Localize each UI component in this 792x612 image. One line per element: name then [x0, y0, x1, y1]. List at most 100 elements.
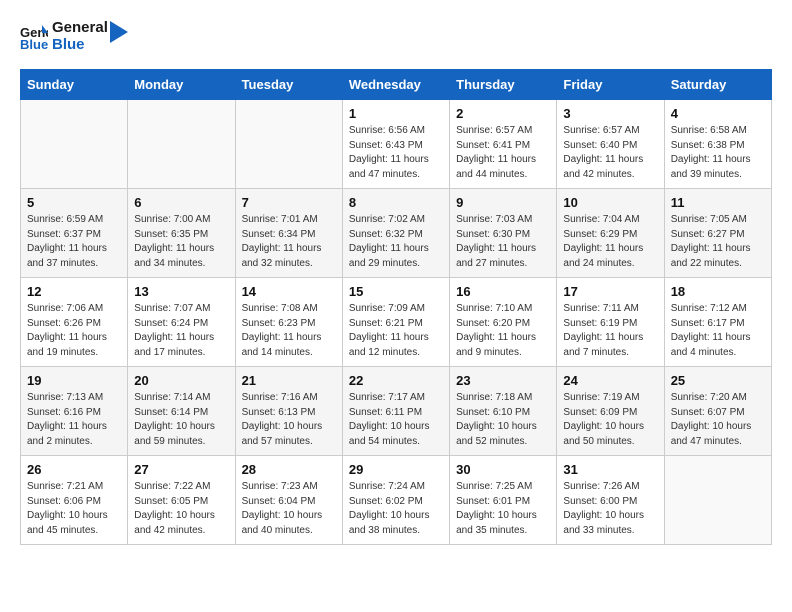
day-info: Sunrise: 7:11 AM Sunset: 6:19 PM Dayligh… [563, 302, 657, 360]
calendar-cell: 30Sunrise: 7:25 AM Sunset: 6:01 PM Dayli… [450, 456, 557, 545]
day-number: 17 [563, 284, 657, 299]
day-info: Sunrise: 6:56 AM Sunset: 6:43 PM Dayligh… [349, 124, 443, 182]
day-info: Sunrise: 7:21 AM Sunset: 6:06 PM Dayligh… [27, 480, 121, 538]
weekday-header-saturday: Saturday [664, 70, 771, 100]
weekday-header-thursday: Thursday [450, 70, 557, 100]
day-number: 18 [671, 284, 765, 299]
day-info: Sunrise: 7:06 AM Sunset: 6:26 PM Dayligh… [27, 302, 121, 360]
day-info: Sunrise: 7:05 AM Sunset: 6:27 PM Dayligh… [671, 213, 765, 271]
day-info: Sunrise: 6:59 AM Sunset: 6:37 PM Dayligh… [27, 213, 121, 271]
day-info: Sunrise: 7:19 AM Sunset: 6:09 PM Dayligh… [563, 391, 657, 449]
logo: General Blue General Blue [20, 20, 128, 53]
svg-text:Blue: Blue [20, 37, 48, 51]
day-number: 26 [27, 462, 121, 477]
day-number: 4 [671, 106, 765, 121]
day-number: 6 [134, 195, 228, 210]
calendar-cell: 9 Sunrise: 7:03 AM Sunset: 6:30 PM Daylig… [450, 189, 557, 278]
day-number: 16 [456, 284, 550, 299]
weekday-header-wednesday: Wednesday [342, 70, 449, 100]
day-number: 24 [563, 373, 657, 388]
day-info: Sunrise: 6:58 AM Sunset: 6:38 PM Dayligh… [671, 124, 765, 182]
day-info: Sunrise: 6:57 AM Sunset: 6:40 PM Dayligh… [563, 124, 657, 182]
calendar-cell: 6 Sunrise: 7:00 AM Sunset: 6:35 PM Daylig… [128, 189, 235, 278]
day-info: Sunrise: 7:16 AM Sunset: 6:13 PM Dayligh… [242, 391, 336, 449]
calendar-cell: 13 Sunrise: 7:07 AM Sunset: 6:24 PM Dayli… [128, 278, 235, 367]
day-number: 3 [563, 106, 657, 121]
calendar-cell: 24 Sunrise: 7:19 AM Sunset: 6:09 PM Dayli… [557, 367, 664, 456]
day-info: Sunrise: 6:57 AM Sunset: 6:41 PM Dayligh… [456, 124, 550, 182]
day-info: Sunrise: 7:02 AM Sunset: 6:32 PM Dayligh… [349, 213, 443, 271]
day-number: 2 [456, 106, 550, 121]
day-info: Sunrise: 7:00 AM Sunset: 6:35 PM Dayligh… [134, 213, 228, 271]
day-number: 25 [671, 373, 765, 388]
page-header: General Blue General Blue [20, 20, 772, 53]
day-number: 5 [27, 195, 121, 210]
calendar-cell: 27 Sunrise: 7:22 AM Sunset: 6:05 PM Dayli… [128, 456, 235, 545]
day-number: 1 [349, 106, 443, 121]
calendar-header-row: SundayMondayTuesdayWednesdayThursdayFrid… [21, 70, 772, 100]
calendar-cell: 10Sunrise: 7:04 AM Sunset: 6:29 PM Dayli… [557, 189, 664, 278]
calendar-cell: 4 Sunrise: 6:58 AM Sunset: 6:38 PM Daylig… [664, 100, 771, 189]
day-number: 9 [456, 195, 550, 210]
day-info: Sunrise: 7:10 AM Sunset: 6:20 PM Dayligh… [456, 302, 550, 360]
day-number: 28 [242, 462, 336, 477]
calendar-cell: 14Sunrise: 7:08 AM Sunset: 6:23 PM Dayli… [235, 278, 342, 367]
calendar-cell: 22 Sunrise: 7:17 AM Sunset: 6:11 PM Dayli… [342, 367, 449, 456]
day-number: 20 [134, 373, 228, 388]
calendar-cell: 11 Sunrise: 7:05 AM Sunset: 6:27 PM Dayli… [664, 189, 771, 278]
logo-blue: Blue [52, 37, 108, 54]
day-number: 27 [134, 462, 228, 477]
day-info: Sunrise: 7:22 AM Sunset: 6:05 PM Dayligh… [134, 480, 228, 538]
day-number: 31 [563, 462, 657, 477]
day-info: Sunrise: 7:09 AM Sunset: 6:21 PM Dayligh… [349, 302, 443, 360]
day-number: 30 [456, 462, 550, 477]
day-number: 7 [242, 195, 336, 210]
day-info: Sunrise: 7:07 AM Sunset: 6:24 PM Dayligh… [134, 302, 228, 360]
day-number: 11 [671, 195, 765, 210]
day-number: 12 [27, 284, 121, 299]
calendar-cell: 15 Sunrise: 7:09 AM Sunset: 6:21 PM Dayli… [342, 278, 449, 367]
logo-general: General [52, 20, 108, 37]
day-number: 13 [134, 284, 228, 299]
calendar-cell [128, 100, 235, 189]
calendar-cell: 20Sunrise: 7:14 AM Sunset: 6:14 PM Dayli… [128, 367, 235, 456]
calendar-body: 1 Sunrise: 6:56 AM Sunset: 6:43 PM Daylig… [21, 100, 772, 545]
day-info: Sunrise: 7:01 AM Sunset: 6:34 PM Dayligh… [242, 213, 336, 271]
weekday-header-tuesday: Tuesday [235, 70, 342, 100]
calendar-cell: 18Sunrise: 7:12 AM Sunset: 6:17 PM Dayli… [664, 278, 771, 367]
day-number: 21 [242, 373, 336, 388]
calendar-cell: 5 Sunrise: 6:59 AM Sunset: 6:37 PM Daylig… [21, 189, 128, 278]
day-info: Sunrise: 7:03 AM Sunset: 6:30 PM Dayligh… [456, 213, 550, 271]
weekday-header-monday: Monday [128, 70, 235, 100]
calendar-week-5: 26 Sunrise: 7:21 AM Sunset: 6:06 PM Dayli… [21, 456, 772, 545]
calendar-cell: 23Sunrise: 7:18 AM Sunset: 6:10 PM Dayli… [450, 367, 557, 456]
logo-chevron [110, 21, 128, 43]
day-number: 22 [349, 373, 443, 388]
logo-icon: General Blue [20, 23, 48, 51]
calendar-cell: 29Sunrise: 7:24 AM Sunset: 6:02 PM Dayli… [342, 456, 449, 545]
day-number: 10 [563, 195, 657, 210]
day-info: Sunrise: 7:26 AM Sunset: 6:00 PM Dayligh… [563, 480, 657, 538]
weekday-header-sunday: Sunday [21, 70, 128, 100]
day-info: Sunrise: 7:17 AM Sunset: 6:11 PM Dayligh… [349, 391, 443, 449]
day-number: 19 [27, 373, 121, 388]
calendar-cell: 1 Sunrise: 6:56 AM Sunset: 6:43 PM Daylig… [342, 100, 449, 189]
day-info: Sunrise: 7:13 AM Sunset: 6:16 PM Dayligh… [27, 391, 121, 449]
calendar-cell [664, 456, 771, 545]
calendar-week-3: 12 Sunrise: 7:06 AM Sunset: 6:26 PM Dayli… [21, 278, 772, 367]
calendar-cell: 28Sunrise: 7:23 AM Sunset: 6:04 PM Dayli… [235, 456, 342, 545]
calendar-week-4: 19 Sunrise: 7:13 AM Sunset: 6:16 PM Dayli… [21, 367, 772, 456]
calendar-cell: 25 Sunrise: 7:20 AM Sunset: 6:07 PM Dayli… [664, 367, 771, 456]
day-number: 15 [349, 284, 443, 299]
day-number: 8 [349, 195, 443, 210]
day-info: Sunrise: 7:20 AM Sunset: 6:07 PM Dayligh… [671, 391, 765, 449]
calendar-cell [21, 100, 128, 189]
calendar-cell [235, 100, 342, 189]
day-info: Sunrise: 7:24 AM Sunset: 6:02 PM Dayligh… [349, 480, 443, 538]
day-number: 23 [456, 373, 550, 388]
calendar-week-2: 5 Sunrise: 6:59 AM Sunset: 6:37 PM Daylig… [21, 189, 772, 278]
calendar-week-1: 1 Sunrise: 6:56 AM Sunset: 6:43 PM Daylig… [21, 100, 772, 189]
calendar-cell: 19 Sunrise: 7:13 AM Sunset: 6:16 PM Dayli… [21, 367, 128, 456]
calendar-cell: 3 Sunrise: 6:57 AM Sunset: 6:40 PM Daylig… [557, 100, 664, 189]
day-number: 14 [242, 284, 336, 299]
